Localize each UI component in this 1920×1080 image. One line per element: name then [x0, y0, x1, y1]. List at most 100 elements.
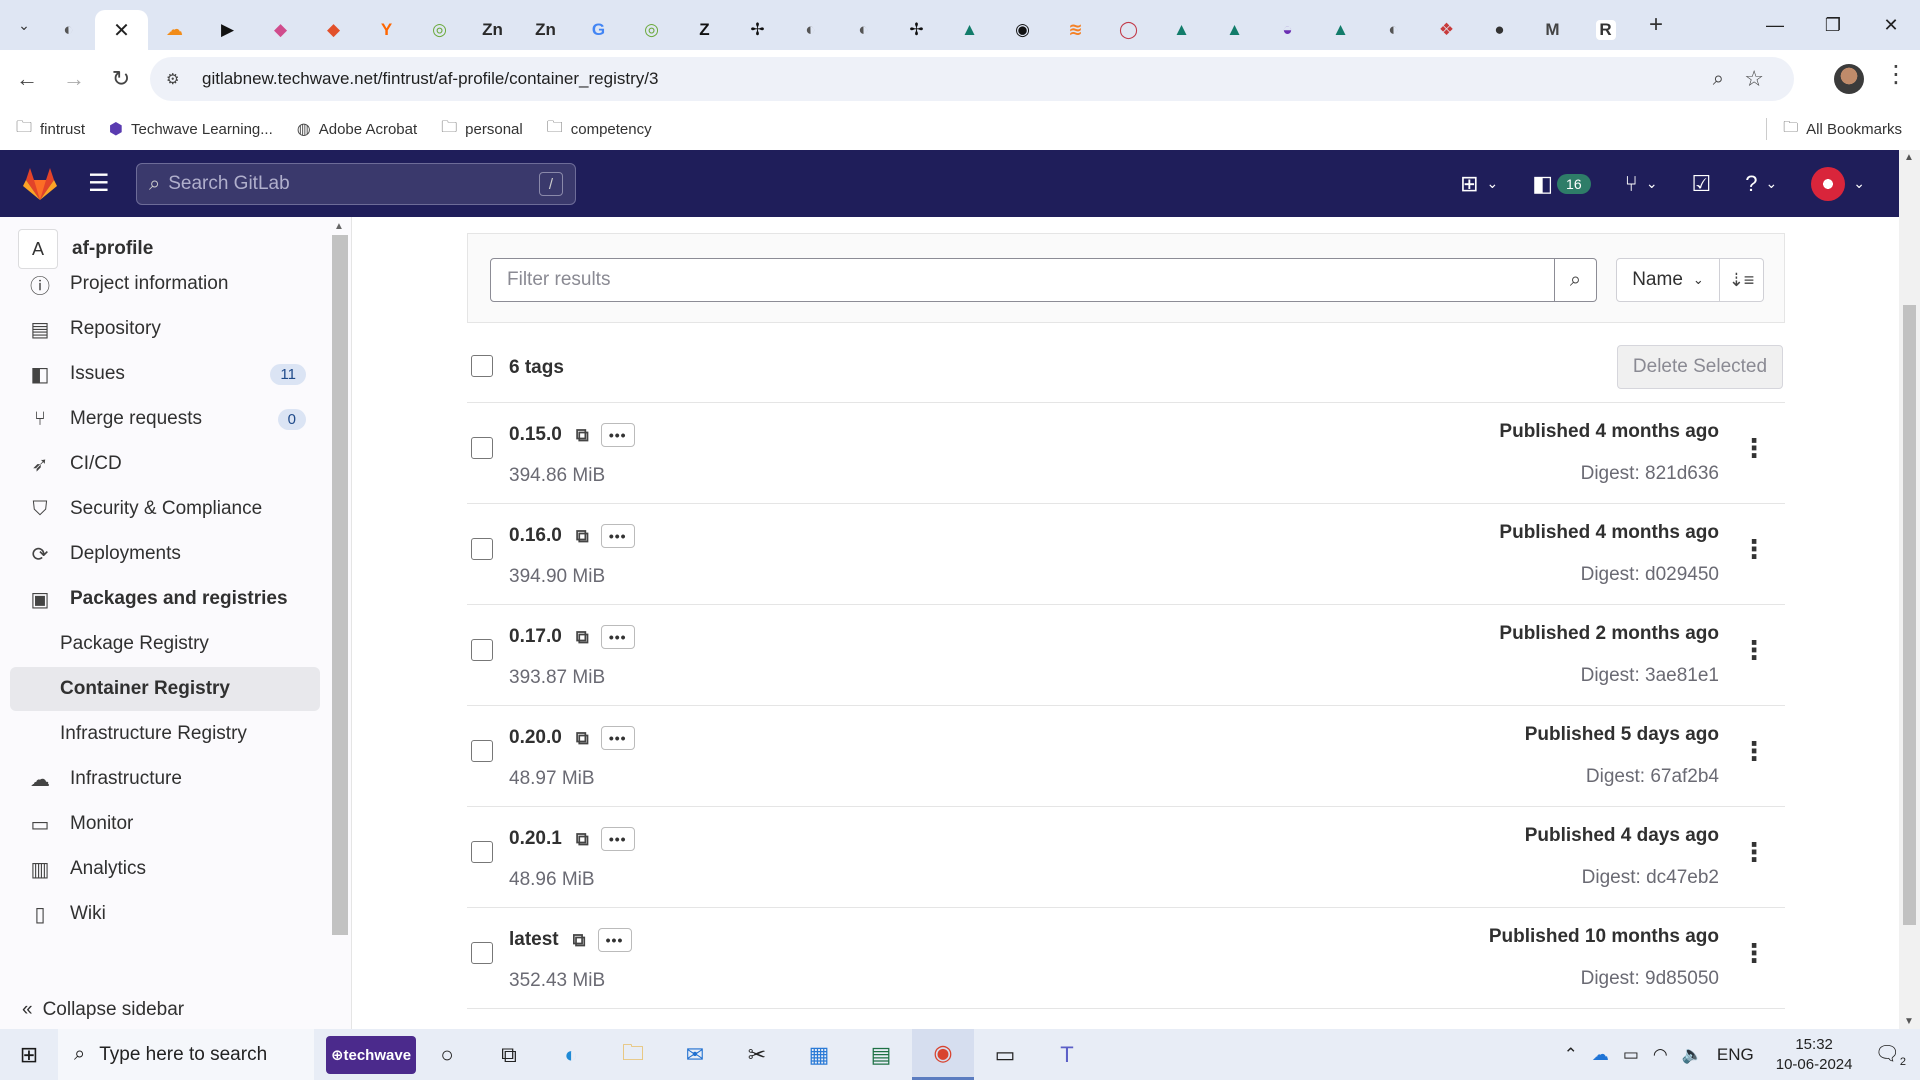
techwave-taskbar-button[interactable]: ⊕techwave — [326, 1035, 416, 1074]
browser-tab[interactable]: ◯ — [1102, 10, 1155, 50]
sidebar-item-package-registry[interactable]: Package Registry — [10, 622, 320, 666]
browser-tab[interactable]: ◐ — [784, 10, 837, 50]
browser-tab[interactable]: ◎ — [413, 10, 466, 50]
browser-tab[interactable]: ◐ — [1367, 10, 1420, 50]
gitlab-search-input[interactable]: ⌕ Search GitLab / — [136, 163, 576, 205]
sidebar-scroll-up-icon[interactable]: ▲ — [334, 221, 344, 232]
browser-tab[interactable]: R — [1579, 10, 1632, 50]
tag-checkbox[interactable] — [471, 740, 493, 762]
tab-search-button[interactable]: ⌄ — [6, 7, 42, 43]
merge-requests-button[interactable]: ⑂ ⌄ — [1625, 171, 1658, 197]
browser-tab[interactable]: ☁ — [148, 10, 201, 50]
snipping-tool-icon[interactable]: ✂ — [726, 1029, 788, 1080]
row-actions-kebab-icon[interactable]: ⋮ — [1741, 736, 1767, 767]
more-details-button[interactable]: ••• — [600, 625, 635, 649]
windows-start-button[interactable]: ⊞ — [0, 1029, 58, 1080]
browser-tab[interactable]: ◐ — [42, 10, 95, 50]
mail-icon[interactable]: ✉ — [664, 1029, 726, 1080]
filter-input[interactable]: Filter results — [490, 258, 1555, 302]
sidebar-item-wiki[interactable]: ▯ Wiki — [10, 892, 320, 936]
tag-checkbox[interactable] — [471, 942, 493, 964]
store-icon[interactable]: ▦ — [788, 1029, 850, 1080]
browser-tab[interactable]: ▶ — [201, 10, 254, 50]
url-text[interactable]: gitlabnew.techwave.net/fintrust/af-profi… — [202, 69, 658, 89]
back-button[interactable]: ← — [7, 59, 47, 99]
copy-icon[interactable]: ⧉ — [576, 627, 589, 648]
tag-name[interactable]: 0.20.0 — [509, 727, 562, 749]
scroll-down-icon[interactable]: ▼ — [1904, 1016, 1914, 1027]
row-actions-kebab-icon[interactable]: ⋮ — [1741, 534, 1767, 565]
scroll-up-icon[interactable]: ▲ — [1904, 152, 1914, 163]
tag-checkbox[interactable] — [471, 841, 493, 863]
notification-icon[interactable]: 🗨2 — [1874, 1041, 1906, 1068]
tag-name[interactable]: 0.15.0 — [509, 424, 562, 446]
copy-icon[interactable]: ⧉ — [576, 829, 589, 850]
sidebar-item-project-information[interactable]: ⓘ Project information — [10, 262, 320, 306]
bookmark-item[interactable]: 🗀 personal — [441, 116, 523, 143]
row-actions-kebab-icon[interactable]: ⋮ — [1741, 837, 1767, 868]
browser-tab[interactable]: ❖ — [1420, 10, 1473, 50]
forward-button[interactable]: → — [54, 59, 94, 99]
bookmark-item[interactable]: 🗀 fintrust — [16, 116, 85, 143]
sidebar-scrollbar[interactable] — [332, 235, 348, 935]
row-actions-kebab-icon[interactable]: ⋮ — [1741, 635, 1767, 666]
battery-icon[interactable]: ▭ — [1623, 1045, 1639, 1065]
browser-tab[interactable]: ▲ — [1155, 10, 1208, 50]
teams-icon[interactable]: T — [1036, 1029, 1098, 1080]
sidebar-item-infrastructure[interactable]: ☁ Infrastructure — [10, 757, 320, 801]
browser-tab[interactable]: ✢ — [731, 10, 784, 50]
bookmark-star-icon[interactable]: ☆ — [1744, 66, 1764, 92]
collapse-sidebar-button[interactable]: « Collapse sidebar — [22, 999, 184, 1021]
delete-selected-button[interactable]: Delete Selected — [1617, 345, 1783, 389]
sidebar-item-issues[interactable]: ◧ Issues 11 — [10, 352, 320, 396]
browser-tab[interactable]: Z — [678, 10, 731, 50]
chrome-icon[interactable]: ◉ — [912, 1029, 974, 1080]
tag-name[interactable]: 0.16.0 — [509, 525, 562, 547]
more-details-button[interactable]: ••• — [600, 524, 635, 548]
browser-tab[interactable]: ◎ — [625, 10, 678, 50]
row-actions-kebab-icon[interactable]: ⋮ — [1741, 433, 1767, 464]
chevron-up-icon[interactable]: ⌃ — [1564, 1045, 1578, 1065]
copy-icon[interactable]: ⧉ — [576, 526, 589, 547]
bookmark-item[interactable]: 🗀 competency — [547, 116, 652, 143]
browser-tab[interactable]: Zn — [466, 10, 519, 50]
tag-checkbox[interactable] — [471, 538, 493, 560]
filter-search-button[interactable]: ⌕ — [1555, 258, 1597, 302]
taskbar-search[interactable]: ⌕ Type here to search — [58, 1029, 314, 1080]
sidebar-item-security-compliance[interactable]: ⛉ Security & Compliance — [10, 487, 320, 531]
sidebar-item-infrastructure-registry[interactable]: Infrastructure Registry — [10, 712, 320, 756]
browser-tab[interactable]: ▲ — [1314, 10, 1367, 50]
sidebar-item-repository[interactable]: ▤ Repository — [10, 307, 320, 351]
tag-checkbox[interactable] — [471, 639, 493, 661]
more-details-button[interactable]: ••• — [600, 827, 635, 851]
tag-name[interactable]: latest — [509, 929, 559, 951]
browser-tab[interactable]: ▲ — [1208, 10, 1261, 50]
browser-tab[interactable]: G — [572, 10, 625, 50]
help-button[interactable]: ? ⌄ — [1745, 171, 1777, 197]
more-details-button[interactable]: ••• — [600, 423, 635, 447]
tag-name[interactable]: 0.20.1 — [509, 828, 562, 850]
create-new-button[interactable]: ⊞ ⌄ — [1460, 171, 1498, 197]
more-details-button[interactable]: ••• — [600, 726, 635, 750]
all-bookmarks[interactable]: 🗀 All Bookmarks — [1766, 117, 1902, 142]
omnibox[interactable]: ⚙ gitlabnew.techwave.net/fintrust/af-pro… — [150, 57, 1794, 101]
browser-tab[interactable]: Zn — [519, 10, 572, 50]
browser-tab[interactable]: ◒ — [1261, 10, 1314, 50]
window-close-button[interactable]: ✕ — [1862, 0, 1920, 50]
sidebar-item-deployments[interactable]: ⟳ Deployments — [10, 532, 320, 576]
new-tab-button[interactable]: + — [1638, 7, 1674, 43]
bookmark-item[interactable]: ⬢ Techwave Learning... — [109, 119, 273, 139]
issues-todo-button[interactable]: ◧ 16 — [1532, 171, 1591, 197]
sidebar-item-merge-requests[interactable]: ⑂ Merge requests 0 — [10, 397, 320, 441]
sidebar-item-ci-cd[interactable]: ➶ CI/CD — [10, 442, 320, 486]
restore-button[interactable]: ❐ — [1804, 0, 1862, 50]
clock[interactable]: 15:32 10-06-2024 — [1776, 1035, 1853, 1075]
browser-tab[interactable]: Y — [360, 10, 413, 50]
wifi-icon[interactable]: ◠ — [1653, 1045, 1668, 1065]
sort-direction-button[interactable]: ⇣≡ — [1720, 258, 1764, 302]
excel-icon[interactable]: ▤ — [850, 1029, 912, 1080]
browser-tab[interactable]: ● — [1473, 10, 1526, 50]
active-tab[interactable]: ✕ — [95, 10, 148, 50]
copy-icon[interactable]: ⧉ — [576, 728, 589, 749]
reload-button[interactable]: ↻ — [101, 59, 141, 99]
